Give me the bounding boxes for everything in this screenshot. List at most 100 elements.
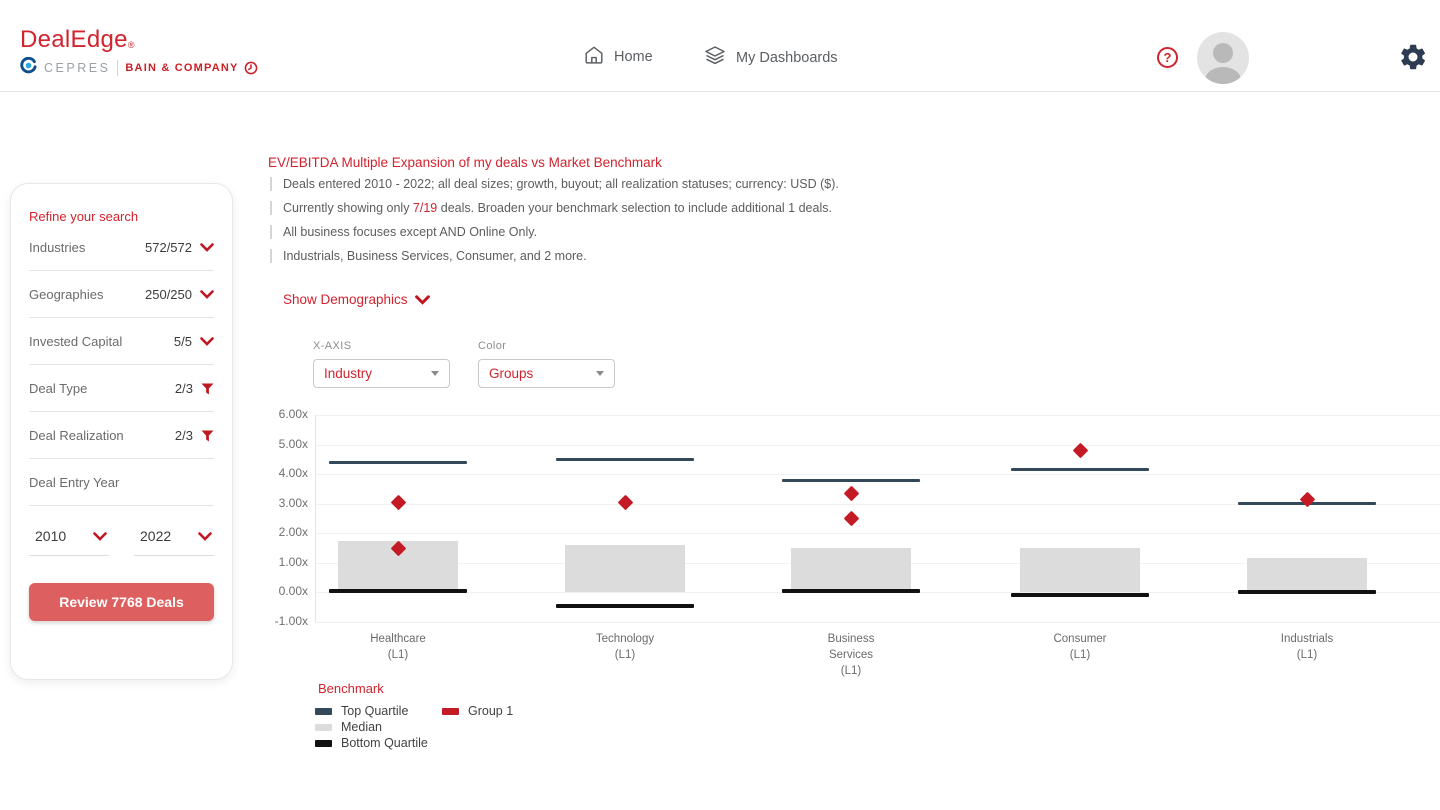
median-bar[interactable]	[1247, 558, 1367, 592]
y-axis-tick-label: 0.00x	[253, 584, 308, 598]
cepres-wordmark: CEPRES	[44, 61, 110, 75]
gridline	[315, 504, 1440, 505]
top-quartile-line[interactable]	[1011, 468, 1149, 471]
subtitle-industries: Industrials, Business Services, Consumer…	[270, 249, 839, 263]
filter-label: Industries	[29, 240, 85, 255]
subtitle-showing-deals: Currently showing only 7/19 deals. Broad…	[270, 201, 839, 215]
layers-icon	[703, 44, 727, 72]
filter-label: Invested Capital	[29, 334, 122, 349]
legend-swatch-top-quartile	[315, 708, 332, 715]
group1-data-point[interactable]	[617, 494, 633, 510]
filter-invested-capital[interactable]: Invested Capital 5/5	[29, 334, 214, 365]
filter-geographies[interactable]: Geographies 250/250	[29, 287, 214, 318]
settings-gear-icon[interactable]	[1398, 42, 1428, 77]
top-quartile-line[interactable]	[556, 458, 694, 461]
filter-deal-realization[interactable]: Deal Realization 2/3	[29, 428, 214, 459]
select-caret-icon	[596, 371, 604, 376]
gridline	[315, 415, 1440, 416]
deals-ratio-highlight: 7/19	[413, 201, 437, 215]
x-axis-category-label: Healthcare(L1)	[338, 631, 458, 663]
filter-deal-type[interactable]: Deal Type 2/3	[29, 381, 214, 412]
group1-data-point[interactable]	[843, 511, 859, 527]
median-bar[interactable]	[791, 548, 911, 592]
show-demographics-link[interactable]: Show Demographics	[283, 292, 430, 307]
x-axis-category-label: Consumer(L1)	[1020, 631, 1140, 663]
y-axis-tick-label: 6.00x	[253, 407, 308, 421]
legend-item-group1: Group 1	[442, 703, 513, 719]
home-icon	[583, 44, 605, 70]
chart-title: EV/EBITDA Multiple Expansion of my deals…	[268, 155, 662, 170]
group1-data-point[interactable]	[1072, 443, 1088, 459]
avatar-head	[1213, 43, 1233, 63]
bottom-quartile-line[interactable]	[1238, 590, 1376, 594]
deal-entry-year-range: 2010 2022	[29, 526, 214, 556]
legend-swatch-median	[315, 724, 332, 731]
filter-label: Deal Type	[29, 381, 87, 396]
group1-data-point[interactable]	[843, 486, 859, 502]
refine-search-panel: Refine your search Industries 572/572 Ge…	[10, 183, 233, 680]
nav-my-dashboards-label: My Dashboards	[736, 50, 838, 66]
top-quartile-line[interactable]	[1238, 502, 1376, 505]
xaxis-select[interactable]: Industry	[313, 359, 450, 388]
help-icon[interactable]: ?	[1157, 47, 1178, 68]
dealedge-logo[interactable]: DealEdge® CEPRES BAIN & COMPANY	[20, 26, 258, 79]
bain-clock-icon	[244, 61, 258, 75]
bottom-quartile-line[interactable]	[1011, 593, 1149, 597]
avatar[interactable]	[1197, 32, 1249, 84]
bottom-quartile-line[interactable]	[329, 589, 467, 593]
y-axis-tick-label: 1.00x	[253, 555, 308, 569]
chart-subtitles: Deals entered 2010 - 2022; all deal size…	[270, 177, 839, 273]
color-control-label: Color	[478, 340, 615, 352]
color-control: Color Groups	[478, 340, 615, 388]
top-quartile-line[interactable]	[329, 461, 467, 464]
bottom-quartile-line[interactable]	[556, 604, 694, 608]
logo-divider	[117, 60, 118, 76]
avatar-body	[1205, 67, 1241, 84]
color-select[interactable]: Groups	[478, 359, 615, 388]
median-bar[interactable]	[565, 545, 685, 592]
legend-label-bottom-quartile: Bottom Quartile	[341, 736, 428, 750]
gridline	[315, 533, 1440, 534]
chevron-down-icon	[415, 295, 430, 305]
year-from-value: 2010	[35, 528, 66, 544]
x-axis-category-label: Technology(L1)	[565, 631, 685, 663]
filter-deal-entry-year[interactable]: Deal Entry Year	[29, 475, 214, 506]
filter-value: 2/3	[175, 381, 193, 396]
filter-value: 572/572	[145, 240, 192, 255]
top-header: DealEdge® CEPRES BAIN & COMPANY Home My …	[0, 0, 1440, 92]
group1-data-point[interactable]	[390, 494, 406, 510]
chevron-down-icon	[200, 337, 214, 346]
year-to-value: 2022	[140, 528, 171, 544]
xaxis-selected-value: Industry	[324, 366, 372, 381]
median-bar[interactable]	[1020, 548, 1140, 592]
subtitle-business-focus: All business focuses except AND Online O…	[270, 225, 839, 239]
group1-data-point[interactable]	[1299, 492, 1315, 508]
y-axis-tick-label: 2.00x	[253, 525, 308, 539]
group1-data-point[interactable]	[390, 540, 406, 556]
year-to-select[interactable]: 2022	[134, 526, 214, 556]
cepres-icon	[20, 57, 37, 79]
nav-home-label: Home	[614, 49, 653, 65]
legend-item-bottom-quartile: Bottom Quartile	[315, 735, 428, 751]
review-deals-button[interactable]: Review 7768 Deals	[29, 583, 214, 621]
median-bar[interactable]	[338, 541, 458, 593]
color-selected-value: Groups	[489, 366, 533, 381]
filter-industries[interactable]: Industries 572/572	[29, 240, 214, 271]
nav-my-dashboards[interactable]: My Dashboards	[703, 44, 838, 72]
funnel-filter-icon	[201, 430, 214, 442]
nav-home[interactable]: Home	[583, 44, 653, 70]
bottom-quartile-line[interactable]	[782, 589, 920, 593]
legend-item-median: Median	[315, 719, 428, 735]
year-from-select[interactable]: 2010	[29, 526, 109, 556]
gridline	[315, 445, 1440, 446]
legend-benchmark-items: Top Quartile Median Bottom Quartile	[315, 703, 428, 751]
xaxis-control-label: X-AXIS	[313, 340, 450, 352]
legend-group-items: Group 1	[442, 703, 513, 719]
chevron-down-icon	[200, 243, 214, 252]
top-quartile-line[interactable]	[782, 479, 920, 482]
filter-value: 5/5	[174, 334, 192, 349]
legend-swatch-bottom-quartile	[315, 740, 332, 747]
legend-label-group1: Group 1	[468, 704, 513, 718]
chevron-down-icon	[198, 532, 212, 541]
y-axis-tick-label: 3.00x	[253, 496, 308, 510]
